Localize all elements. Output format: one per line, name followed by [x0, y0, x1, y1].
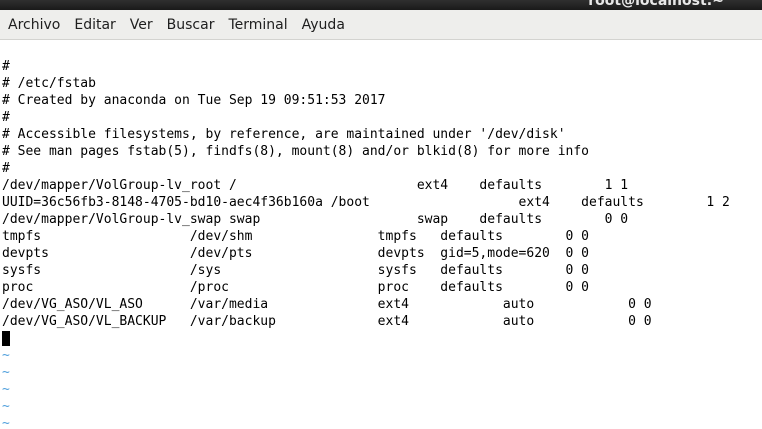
- editor-line: # /etc/fstab: [2, 76, 96, 91]
- editor-line: /dev/mapper/VolGroup-lv_root / ext4 defa…: [2, 178, 629, 193]
- menu-archivo[interactable]: Archivo: [1, 14, 67, 36]
- window-title: root@localhost:~: [588, 0, 724, 9]
- menu-bar: Archivo Editar Ver Buscar Terminal Ayuda: [0, 10, 762, 40]
- empty-line-tilde: ~: [2, 399, 10, 414]
- terminal-window: root@localhost:~ Archivo Editar Ver Busc…: [0, 0, 762, 429]
- editor-line: # Accessible filesystems, by reference, …: [2, 127, 566, 142]
- editor-line: /dev/VG_ASO/VL_ASO /var/media ext4 auto …: [2, 297, 652, 312]
- empty-line-tilde: ~: [2, 382, 10, 397]
- terminal-content[interactable]: # # /etc/fstab # Created by anaconda on …: [0, 40, 762, 429]
- empty-line-tilde: ~: [2, 348, 10, 363]
- text-cursor: [2, 331, 10, 346]
- editor-line: tmpfs /dev/shm tmpfs defaults 0 0: [2, 229, 589, 244]
- title-bar[interactable]: root@localhost:~: [0, 0, 762, 10]
- cursor-line: [2, 330, 730, 347]
- menu-terminal[interactable]: Terminal: [221, 14, 294, 36]
- menu-ver[interactable]: Ver: [123, 14, 160, 36]
- editor-line: /dev/VG_ASO/VL_BACKUP /var/backup ext4 a…: [2, 314, 652, 329]
- menu-ayuda[interactable]: Ayuda: [295, 14, 352, 36]
- editor-line: # Created by anaconda on Tue Sep 19 09:5…: [2, 93, 386, 108]
- empty-line-tilde: ~: [2, 365, 10, 380]
- editor-line: UUID=36c56fb3-8148-4705-bd10-aec4f36b160…: [2, 195, 730, 210]
- editor-line: sysfs /sys sysfs defaults 0 0: [2, 263, 589, 278]
- editor-buffer: # # /etc/fstab # Created by anaconda on …: [2, 58, 730, 429]
- editor-line: /dev/mapper/VolGroup-lv_swap swap swap d…: [2, 212, 629, 227]
- editor-line: proc /proc proc defaults 0 0: [2, 280, 589, 295]
- menu-buscar[interactable]: Buscar: [160, 14, 222, 36]
- empty-line-tilde: ~: [2, 416, 10, 429]
- menu-editar[interactable]: Editar: [67, 14, 122, 36]
- editor-line: #: [2, 59, 10, 74]
- editor-line: devpts /dev/pts devpts gid=5,mode=620 0 …: [2, 246, 589, 261]
- editor-line: # See man pages fstab(5), findfs(8), mou…: [2, 144, 589, 159]
- editor-line: #: [2, 161, 10, 176]
- editor-line: #: [2, 110, 10, 125]
